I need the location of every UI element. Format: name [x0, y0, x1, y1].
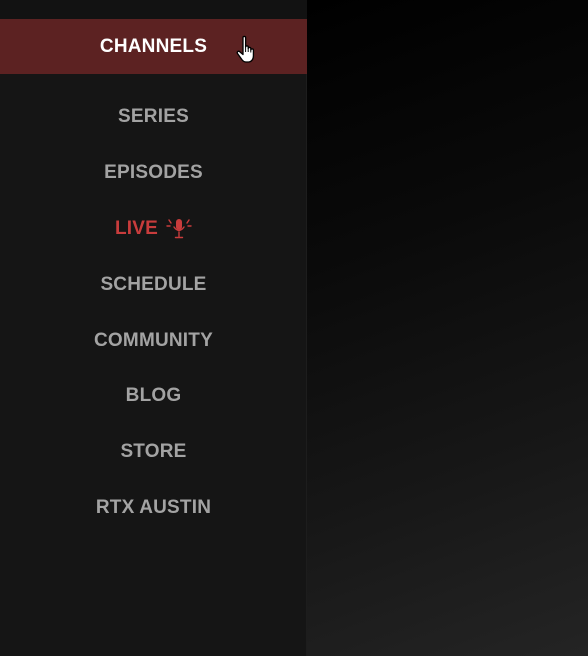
- nav-item-rtx-austin[interactable]: RTX AUSTIN: [0, 488, 307, 528]
- nav-item-label: STORE: [120, 441, 187, 462]
- nav-item-label: EPISODES: [104, 162, 203, 183]
- nav-item-label: RTX AUSTIN: [95, 497, 212, 518]
- microphone-icon: [166, 219, 192, 239]
- nav-item-blog[interactable]: BLOG: [0, 376, 307, 416]
- nav-item-label: SCHEDULE: [100, 274, 207, 295]
- nav-item-label: SERIES: [118, 106, 189, 127]
- nav-item-channels[interactable]: CHANNELS: [0, 19, 307, 74]
- sidebar-top-strip: [0, 0, 307, 19]
- nav-item-series[interactable]: SERIES: [0, 97, 307, 137]
- nav-item-schedule[interactable]: SCHEDULE: [0, 265, 307, 305]
- nav-item-label: BLOG: [125, 385, 182, 406]
- nav-item-store[interactable]: STORE: [0, 432, 307, 472]
- nav-item-label: LIVE: [114, 218, 159, 239]
- nav-item-label: CHANNELS: [99, 35, 208, 57]
- page: CHANNELS SERIES EPISODES LIVE SCHEDULE C…: [0, 0, 588, 656]
- sidebar-nav: CHANNELS SERIES EPISODES LIVE SCHEDULE C…: [0, 0, 307, 656]
- nav-item-label: COMMUNITY: [94, 330, 213, 351]
- nav-item-community[interactable]: COMMUNITY: [0, 321, 307, 361]
- nav-item-episodes[interactable]: EPISODES: [0, 153, 307, 193]
- main-content-area[interactable]: [307, 0, 588, 656]
- nav-item-live[interactable]: LIVE: [0, 209, 307, 249]
